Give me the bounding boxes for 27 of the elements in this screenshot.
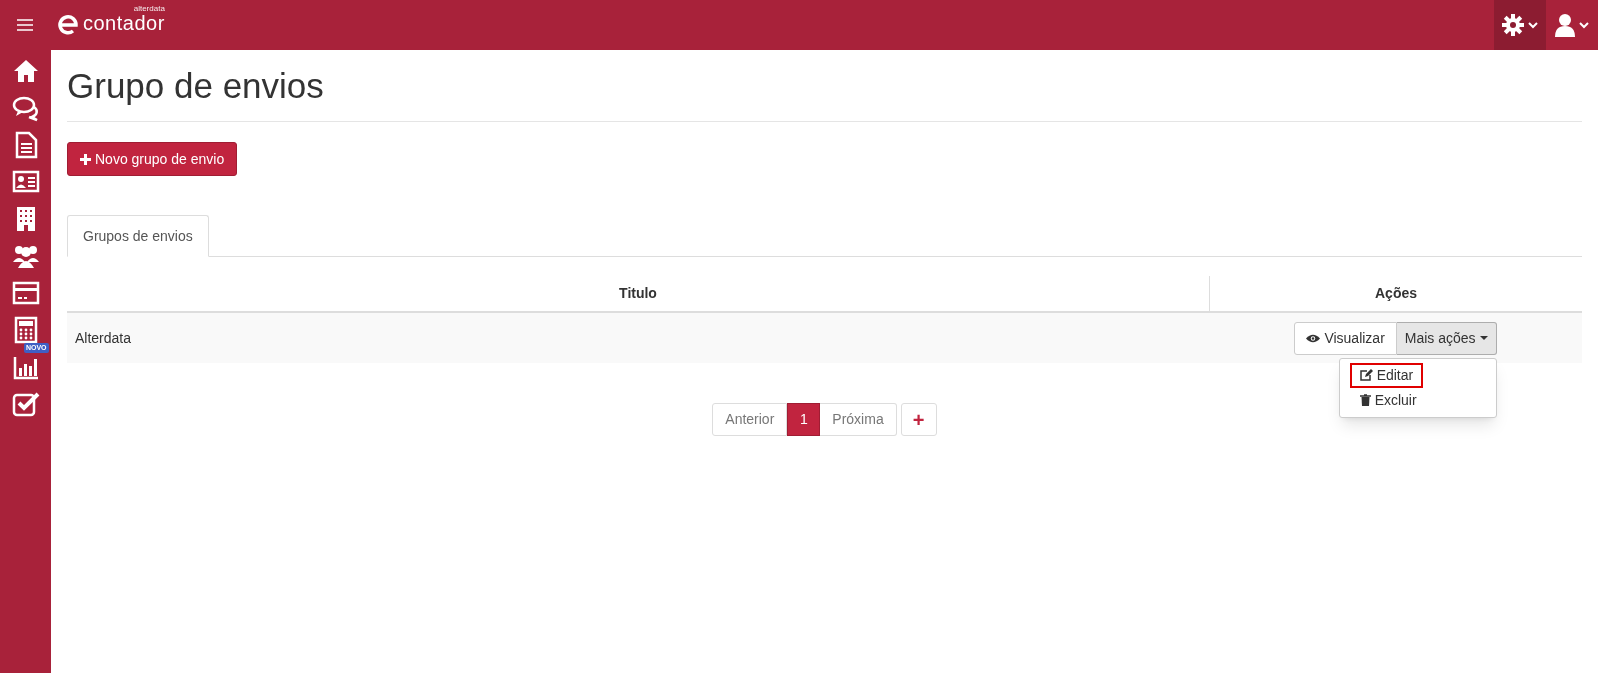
next-page-button[interactable]: Próxima bbox=[820, 403, 897, 436]
caret-icon bbox=[1479, 336, 1488, 340]
logo-icon bbox=[57, 14, 79, 36]
edit-icon bbox=[1359, 369, 1373, 381]
settings-button[interactable] bbox=[1494, 0, 1546, 50]
previous-page-button[interactable]: Anterior bbox=[712, 403, 788, 436]
column-header: Ações bbox=[1209, 276, 1582, 311]
menu-item[interactable]: Excluir bbox=[1349, 387, 1427, 413]
view-button[interactable]: Visualizar bbox=[1294, 321, 1397, 355]
page-button[interactable]: 1 bbox=[787, 403, 821, 436]
logo-text: contador bbox=[83, 12, 165, 34]
more-actions-button[interactable]: Mais ações bbox=[1396, 321, 1497, 355]
table-cell-text: Alterdata bbox=[74, 328, 133, 348]
tab[interactable]: Grupos de envios bbox=[67, 215, 209, 257]
add-button[interactable]: + bbox=[900, 403, 937, 436]
trash-icon bbox=[1359, 394, 1371, 406]
menu-item[interactable]: Editar bbox=[1349, 362, 1424, 388]
chevron-down-icon bbox=[1579, 21, 1589, 29]
plus-icon bbox=[80, 153, 91, 165]
settings-icon bbox=[1502, 14, 1524, 36]
page-title: Grupo de envios bbox=[67, 64, 1582, 122]
chevron-down-icon bbox=[1528, 21, 1538, 29]
new-group-button[interactable]: Novo grupo de envio bbox=[67, 142, 238, 176]
eye-icon bbox=[1306, 333, 1321, 343]
logo-brand: alterdata bbox=[133, 5, 165, 13]
column-header: Titulo bbox=[618, 284, 658, 303]
user-icon bbox=[1555, 13, 1575, 37]
